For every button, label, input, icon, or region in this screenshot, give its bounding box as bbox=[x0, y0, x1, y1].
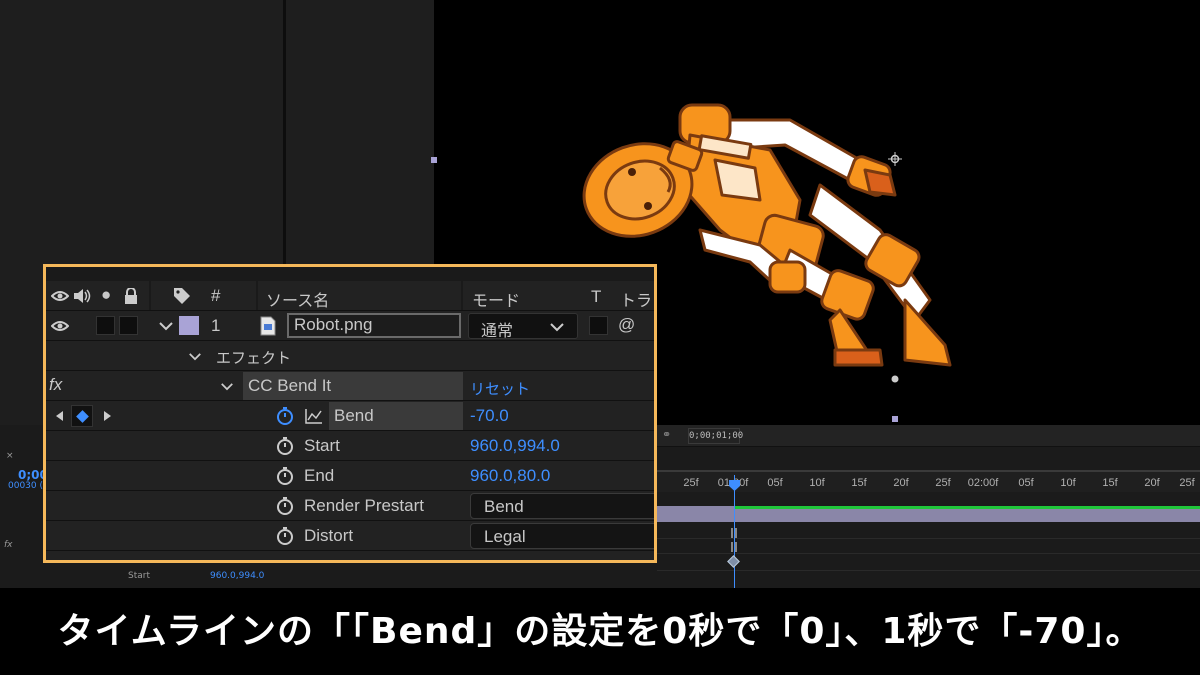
track-matte-icon[interactable]: @ bbox=[618, 315, 635, 335]
column-header-row: ● # ソース名 モード T トラ bbox=[46, 281, 654, 311]
start-point-control[interactable] bbox=[888, 152, 902, 166]
dropdown-value: Legal bbox=[484, 527, 526, 546]
timeline-timecode[interactable]: 0;00;01;00 bbox=[688, 428, 743, 444]
lock-icon[interactable] bbox=[124, 288, 138, 304]
motion-blur-icon[interactable]: ⚭ bbox=[662, 428, 671, 441]
audio-icon[interactable] bbox=[73, 288, 91, 304]
left-frames: 00030 ( bbox=[8, 481, 44, 491]
blend-mode-dropdown[interactable]: 通常 bbox=[468, 313, 578, 340]
property-name: End bbox=[304, 466, 335, 485]
add-keyframe-button[interactable] bbox=[71, 405, 93, 427]
left-fx-label: fx bbox=[4, 540, 13, 550]
subtitle-caption: タイムラインの「「Bend」の設定を0秒で「0」、1秒で「-70」。 bbox=[57, 611, 1143, 652]
end-point-control[interactable] bbox=[888, 372, 902, 386]
property-row-start[interactable]: Start 960.0,994.0 bbox=[46, 431, 654, 461]
layer-source-name[interactable]: Robot.png bbox=[294, 315, 372, 335]
next-keyframe-icon[interactable] bbox=[103, 410, 113, 422]
effects-group-row[interactable]: エフェクト bbox=[46, 341, 654, 371]
ruler-tick: 25f bbox=[683, 477, 699, 489]
column-separator[interactable] bbox=[461, 281, 463, 310]
property-row-distort[interactable]: Distort Legal bbox=[46, 521, 654, 551]
property-row-end[interactable]: End 960.0,80.0 bbox=[46, 461, 654, 491]
transform-handle[interactable] bbox=[431, 157, 437, 163]
ruler-tick: 20f bbox=[1144, 477, 1160, 489]
solo-icon[interactable]: ● bbox=[101, 285, 111, 305]
chevron-down-icon[interactable] bbox=[158, 321, 174, 331]
row-divider bbox=[657, 553, 1200, 554]
column-mode[interactable]: モード bbox=[472, 287, 520, 311]
effect-controls-panel bbox=[286, 0, 434, 270]
property-row-bend[interactable]: Bend -70.0 bbox=[46, 401, 654, 431]
chevron-down-icon[interactable] bbox=[220, 382, 234, 391]
property-name: Bend bbox=[334, 406, 374, 425]
left-prop-value[interactable]: 960.0,994.0 bbox=[210, 571, 264, 581]
eye-icon[interactable] bbox=[51, 290, 69, 302]
effect-row[interactable]: fx CC Bend It リセット bbox=[46, 371, 654, 401]
stopwatch-icon[interactable] bbox=[276, 407, 294, 425]
row-divider bbox=[657, 570, 1200, 571]
keyframe-diamond-icon bbox=[76, 410, 89, 423]
previous-keyframe-icon[interactable] bbox=[54, 410, 64, 422]
distort-dropdown[interactable]: Legal bbox=[470, 523, 654, 549]
label-tag-icon[interactable] bbox=[173, 287, 191, 305]
left-prop-name: Start bbox=[128, 571, 150, 581]
graph-icon[interactable] bbox=[305, 408, 323, 424]
property-name: Render Prestart bbox=[304, 496, 424, 515]
column-source-name[interactable]: ソース名 bbox=[266, 287, 329, 311]
ruler-tick: 02:00f bbox=[967, 477, 999, 489]
effect-name[interactable]: CC Bend It bbox=[248, 376, 331, 396]
solo-toggle[interactable] bbox=[96, 316, 115, 335]
chevron-down-icon bbox=[550, 323, 564, 332]
zoomed-layer-panel: ● # ソース名 モード T トラ 1 Robot.png 通常 @ エフェクト bbox=[43, 264, 657, 563]
property-value[interactable]: 960.0,80.0 bbox=[470, 466, 550, 486]
playhead-line[interactable] bbox=[734, 475, 735, 588]
ruler-tick: 10f bbox=[1060, 477, 1076, 489]
property-value[interactable]: 960.0,994.0 bbox=[470, 436, 560, 456]
transform-handle[interactable] bbox=[892, 416, 898, 422]
property-name: Start bbox=[304, 436, 340, 455]
row-divider bbox=[657, 538, 1200, 539]
render-prestart-dropdown[interactable]: Bend bbox=[470, 493, 654, 519]
ruler-tick: 15f bbox=[1102, 477, 1118, 489]
fx-icon[interactable]: fx bbox=[49, 375, 62, 395]
work-area-bar[interactable] bbox=[734, 506, 1200, 509]
effects-label: エフェクト bbox=[216, 349, 292, 367]
column-number: # bbox=[211, 286, 221, 305]
layer-row[interactable]: 1 Robot.png 通常 @ bbox=[46, 311, 654, 341]
blend-mode-value: 通常 bbox=[481, 321, 514, 340]
subtitle-bar: タイムラインの「「Bend」の設定を0秒で「0」、1秒で「-70」。 bbox=[0, 588, 1200, 675]
stopwatch-icon[interactable] bbox=[276, 527, 294, 545]
ruler-tick: 05f bbox=[767, 477, 783, 489]
property-row-render-prestart[interactable]: Render Prestart Bend bbox=[46, 491, 654, 521]
dropdown-value: Bend bbox=[484, 497, 524, 516]
stopwatch-icon[interactable] bbox=[276, 467, 294, 485]
column-separator[interactable] bbox=[256, 281, 258, 310]
ruler-tick: 20f bbox=[893, 477, 909, 489]
column-track-matte[interactable]: トラ bbox=[620, 287, 652, 311]
lock-toggle[interactable] bbox=[119, 316, 138, 335]
stopwatch-icon[interactable] bbox=[276, 437, 294, 455]
ruler-tick: 25f bbox=[1179, 477, 1195, 489]
column-separator[interactable] bbox=[149, 281, 151, 310]
chevron-down-icon[interactable] bbox=[188, 352, 202, 361]
ruler-tick: 10f bbox=[809, 477, 825, 489]
column-t[interactable]: T bbox=[591, 287, 601, 307]
stopwatch-icon[interactable] bbox=[276, 497, 294, 515]
reset-link[interactable]: リセット bbox=[470, 378, 530, 399]
label-color-swatch[interactable] bbox=[179, 316, 199, 335]
visibility-eye-icon[interactable] bbox=[51, 320, 69, 332]
property-name: Distort bbox=[304, 526, 354, 545]
ruler-tick: 25f bbox=[935, 477, 951, 489]
layer-number: 1 bbox=[211, 316, 221, 335]
property-value[interactable]: -70.0 bbox=[470, 406, 509, 426]
close-icon[interactable]: × bbox=[6, 451, 14, 461]
preserve-transparency-toggle[interactable] bbox=[589, 316, 608, 335]
ruler-tick: 05f bbox=[1018, 477, 1034, 489]
file-icon bbox=[260, 316, 276, 336]
panel-top-strip bbox=[46, 267, 654, 281]
ruler-tick: 15f bbox=[851, 477, 867, 489]
